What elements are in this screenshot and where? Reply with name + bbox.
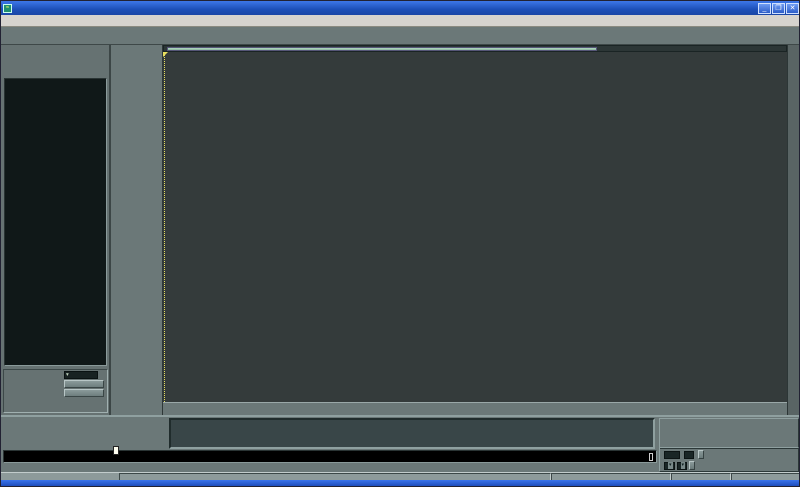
- beats-field[interactable]: [684, 451, 694, 459]
- time-display: [169, 418, 655, 449]
- meter-end-mark: [649, 453, 653, 461]
- title-bar[interactable]: ≈ _ ❐ ✕: [1, 1, 800, 15]
- vertical-scrollbar[interactable]: [787, 45, 799, 415]
- file-filter-panel: ▾: [3, 369, 108, 413]
- toolbar: [1, 27, 800, 45]
- tooltip: [113, 446, 119, 455]
- db-scale: [3, 463, 657, 472]
- session-properties: ▾ ▾: [659, 447, 799, 472]
- app-icon: ≈: [3, 4, 12, 13]
- advanced-button[interactable]: [698, 450, 704, 459]
- full-paths-button[interactable]: [64, 389, 104, 397]
- menu-bar: [1, 15, 800, 27]
- close-button[interactable]: ✕: [786, 3, 799, 14]
- horizontal-scrollbar[interactable]: [163, 45, 787, 52]
- file-panel: ▾: [1, 45, 111, 415]
- bottom-panel: [1, 415, 800, 449]
- level-meter[interactable]: [3, 450, 657, 463]
- timeline-area: [163, 45, 799, 415]
- minimize-button[interactable]: _: [758, 3, 771, 14]
- hscroll-thumb[interactable]: [167, 47, 597, 51]
- time-signature-dropdown[interactable]: ▾: [677, 462, 688, 470]
- track-lanes: [163, 52, 787, 402]
- bar-beat-ruler[interactable]: [163, 402, 787, 415]
- metronome-button[interactable]: [689, 461, 695, 470]
- tempo-field[interactable]: [664, 451, 680, 459]
- maximize-button[interactable]: ❐: [772, 3, 785, 14]
- selection-view-panel: [659, 418, 799, 449]
- file-list[interactable]: [4, 78, 107, 366]
- playhead-line: [164, 52, 165, 402]
- auto-play-button[interactable]: [64, 380, 104, 388]
- track-console: [111, 45, 163, 415]
- cool-edit-pro-window: ≈ _ ❐ ✕ ▾: [0, 0, 800, 487]
- sort-dropdown[interactable]: ▾: [64, 371, 98, 379]
- windows-taskbar[interactable]: [1, 480, 800, 487]
- playhead-marker[interactable]: [163, 52, 168, 57]
- key-dropdown[interactable]: ▾: [664, 462, 675, 470]
- status-bar: [1, 472, 800, 480]
